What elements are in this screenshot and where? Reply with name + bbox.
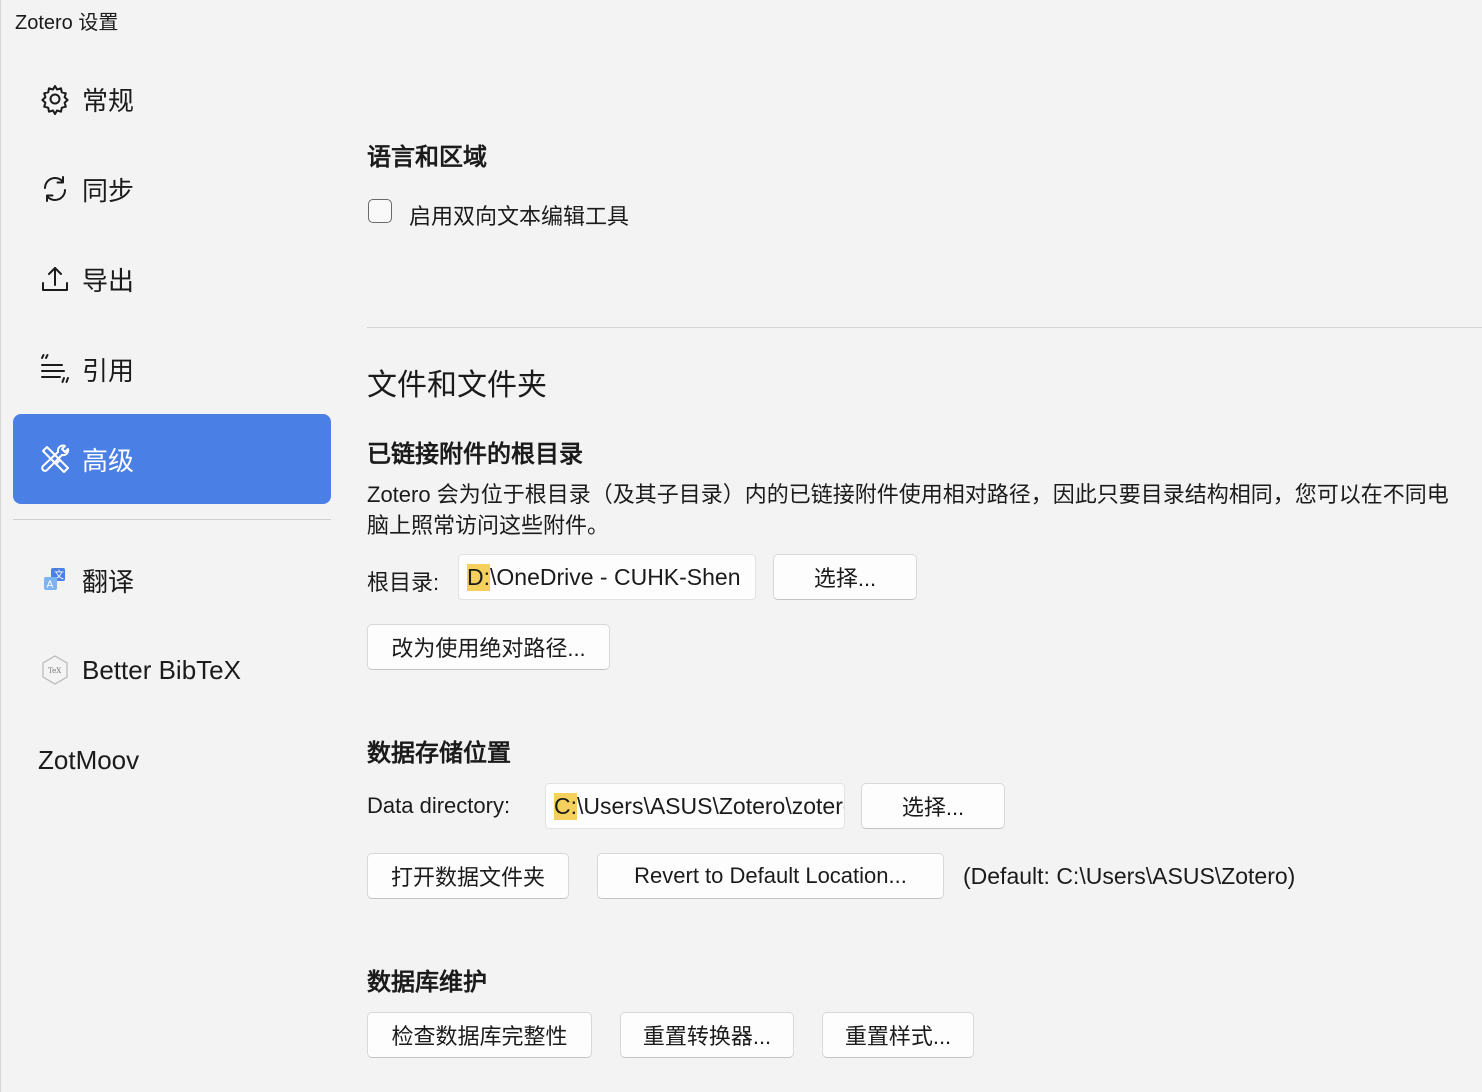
check-db-integrity-button[interactable]: 检查数据库完整性 — [367, 1012, 592, 1058]
sync-icon — [38, 172, 72, 206]
bibtex-icon: TeX — [38, 653, 72, 687]
data-dir-path: \Users\ASUS\Zotero\zotero — [577, 792, 845, 819]
sidebar-item-translate[interactable]: 文 A 翻译 — [13, 535, 331, 625]
sidebar-item-label: 翻译 — [82, 566, 135, 597]
bidi-checkbox[interactable] — [368, 199, 392, 223]
sidebar-item-label: 同步 — [82, 175, 135, 206]
reset-translators-button[interactable]: 重置转换器... — [620, 1012, 794, 1058]
revert-default-location-button[interactable]: Revert to Default Location... — [597, 853, 944, 899]
root-dir-label: 根目录: — [367, 570, 440, 595]
section-divider — [367, 327, 1482, 328]
export-icon — [38, 262, 72, 296]
quote-icon — [38, 352, 72, 386]
root-dir-field[interactable]: D: \OneDrive - CUHK-Shen — [458, 554, 756, 600]
settings-sidebar: 常规 同步 导出 引用 高级 文 A 翻译 TeX Better BibTeX … — [13, 54, 331, 805]
use-absolute-paths-button[interactable]: 改为使用绝对路径... — [367, 624, 610, 670]
choose-data-dir-button[interactable]: 选择... — [861, 783, 1005, 829]
sidebar-item-zotmoov[interactable]: ZotMoov — [13, 715, 331, 805]
sidebar-item-better-bibtex[interactable]: TeX Better BibTeX — [13, 625, 331, 715]
root-dir-drive: D: — [467, 563, 490, 591]
sidebar-item-advanced[interactable]: 高级 — [13, 414, 331, 504]
settings-window: Zotero 设置 常规 同步 导出 引用 高级 文 A 翻译 TeX Bett… — [0, 0, 1482, 1092]
open-data-folder-button[interactable]: 打开数据文件夹 — [367, 853, 569, 899]
sidebar-item-label: 引用 — [82, 355, 135, 386]
window-title: Zotero 设置 — [15, 12, 119, 34]
settings-content: 语言和区域 启用双向文本编辑工具 文件和文件夹 已链接附件的根目录 Zotero… — [367, 0, 1482, 1092]
sidebar-item-cite[interactable]: 引用 — [13, 324, 331, 414]
files-heading: 文件和文件夹 — [367, 369, 547, 402]
data-dir-drive: C: — [554, 792, 577, 820]
choose-root-button[interactable]: 选择... — [773, 554, 917, 600]
data-storage-heading: 数据存储位置 — [367, 740, 511, 767]
sidebar-item-sync[interactable]: 同步 — [13, 144, 331, 234]
data-dir-label: Data directory: — [367, 793, 511, 818]
db-maintenance-heading: 数据库维护 — [367, 969, 487, 996]
sidebar-item-export[interactable]: 导出 — [13, 234, 331, 324]
sidebar-item-general[interactable]: 常规 — [13, 54, 331, 144]
linked-root-heading: 已链接附件的根目录 — [367, 441, 583, 468]
reset-styles-button[interactable]: 重置样式... — [822, 1012, 974, 1058]
translate-icon: 文 A — [38, 563, 72, 597]
data-dir-field[interactable]: C: \Users\ASUS\Zotero\zotero — [545, 783, 845, 829]
linked-root-description: Zotero 会为位于根目录（及其子目录）内的已链接附件使用相对路径，因此只要目… — [367, 482, 1449, 538]
sidebar-item-label: 导出 — [82, 265, 135, 296]
svg-text:TeX: TeX — [48, 667, 61, 675]
sidebar-item-label: Better BibTeX — [82, 654, 241, 685]
sidebar-divider — [13, 519, 331, 520]
sidebar-item-label: ZotMoov — [38, 744, 140, 775]
tools-icon — [38, 442, 72, 476]
sidebar-item-label: 高级 — [82, 445, 135, 476]
root-dir-path: \OneDrive - CUHK-Shen — [490, 563, 741, 590]
gear-icon — [38, 82, 72, 116]
sidebar-item-label: 常规 — [82, 85, 135, 116]
default-location-text: (Default: C:\Users\ASUS\Zotero) — [963, 863, 1296, 889]
bidi-checkbox-label: 启用双向文本编辑工具 — [409, 204, 630, 229]
language-heading: 语言和区域 — [367, 144, 487, 171]
svg-text:A: A — [47, 580, 54, 591]
